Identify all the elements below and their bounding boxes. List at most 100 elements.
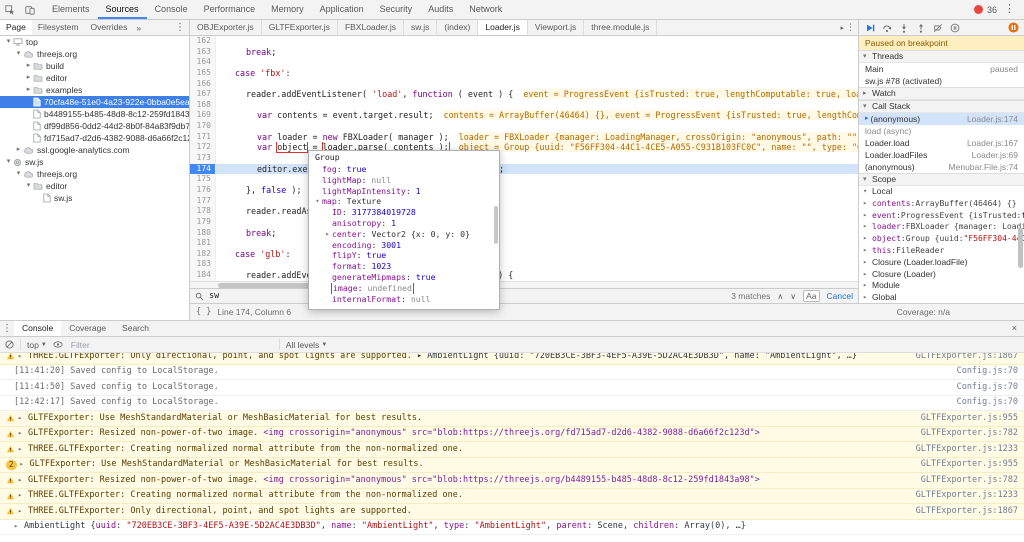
- tree-item[interactable]: ▸ examples: [0, 84, 189, 96]
- context-selector[interactable]: top ▼: [27, 340, 47, 350]
- expand-icon[interactable]: ▸: [20, 458, 28, 473]
- scope-variable[interactable]: ▸loader: FBXLoader {manager: LoadingMana…: [859, 221, 1024, 233]
- navigator-menu-icon[interactable]: ⋮: [175, 22, 189, 33]
- line-number[interactable]: 179: [190, 216, 216, 228]
- line-number[interactable]: 167: [190, 89, 216, 100]
- line-number[interactable]: 172: [190, 142, 216, 154]
- scope-group[interactable]: ▸ Global: [859, 292, 1024, 303]
- source-link[interactable]: GLTFExporter.js:782: [911, 473, 1018, 488]
- line-number[interactable]: 169: [190, 110, 216, 122]
- step-over-icon[interactable]: [880, 21, 893, 34]
- expand-icon[interactable]: ▸: [863, 257, 872, 269]
- tree-item[interactable]: fd715ad7-d2d6-4382-9088-d6a66f2c123d: [0, 132, 189, 144]
- object-property[interactable]: ▾ map: Texture: [309, 196, 499, 207]
- expand-icon[interactable]: ▸: [863, 280, 872, 292]
- expand-icon[interactable]: ▸: [323, 229, 332, 240]
- drawer-menu-icon[interactable]: ⋮: [0, 321, 14, 336]
- file-tab[interactable]: OBJExporter.js: [190, 20, 262, 35]
- line-number[interactable]: 176: [190, 184, 216, 196]
- frame-location[interactable]: Menubar.File.js:74: [943, 161, 1018, 173]
- watch-section-header[interactable]: ▸ Watch: [859, 87, 1024, 100]
- line-number[interactable]: 183: [190, 259, 216, 271]
- expand-icon[interactable]: ▸: [18, 353, 26, 364]
- call-stack-frame[interactable]: Loader.loadFiles Loader.js:69: [859, 149, 1024, 161]
- scope-group[interactable]: ▾ Local: [859, 186, 1024, 198]
- devtools-menu-icon[interactable]: ⋮: [1001, 0, 1018, 19]
- scope-variable[interactable]: ▸event: ProgressEvent {isTrusted: true, …: [859, 210, 1024, 222]
- line-number[interactable]: 170: [190, 121, 216, 132]
- expand-icon[interactable]: ▸: [18, 489, 26, 504]
- search-next-icon[interactable]: ∨: [790, 292, 796, 301]
- source-link[interactable]: GLTFExporter.js:1233: [906, 489, 1018, 504]
- call-stack-section-header[interactable]: ▾ Call Stack: [859, 100, 1024, 113]
- expand-icon[interactable]: ▸: [863, 198, 872, 210]
- tree-item[interactable]: 70cfa48e-51e0-4a23-922e-0bba0e5ea966: [0, 96, 189, 108]
- thread-item[interactable]: sw.js #78 (activated): [859, 75, 1024, 87]
- expand-icon[interactable]: ▸: [18, 411, 26, 426]
- source-link[interactable]: GLTFExporter.js:1233: [906, 442, 1018, 457]
- line-number[interactable]: 168: [190, 99, 216, 111]
- collapse-icon[interactable]: ▾: [14, 48, 23, 60]
- expand-icon[interactable]: ▸: [24, 60, 33, 72]
- pretty-print-icon[interactable]: { }: [196, 307, 211, 317]
- call-stack-frame[interactable]: ▸ (anonymous) Loader.js:174: [859, 113, 1024, 125]
- object-property[interactable]: fog: true: [309, 164, 499, 175]
- object-property[interactable]: anisotropy: 1: [309, 218, 499, 229]
- line-number[interactable]: 173: [190, 153, 216, 164]
- expand-icon[interactable]: ▸: [863, 269, 872, 281]
- navigator-tab-page[interactable]: Page: [0, 20, 32, 35]
- execution-line-number[interactable]: 174: [190, 163, 216, 175]
- collapse-icon[interactable]: ▾: [14, 168, 23, 180]
- tab-sources[interactable]: Sources: [98, 0, 147, 19]
- scope-variable[interactable]: ▸ this: FileReader: [859, 245, 1024, 257]
- tree-item[interactable]: ▾ threejs.org: [0, 168, 189, 180]
- scope-group[interactable]: ▸ Closure (Loader): [859, 269, 1024, 281]
- resume-script-icon[interactable]: [863, 21, 876, 34]
- expand-icon[interactable]: ▸: [863, 210, 872, 222]
- line-number[interactable]: 182: [190, 248, 216, 260]
- tree-item[interactable]: ▾ sw.js: [0, 156, 189, 168]
- call-stack-frame[interactable]: Loader.load Loader.js:167: [859, 137, 1024, 149]
- source-link[interactable]: GLTFExporter.js:1867: [906, 353, 1018, 364]
- expand-icon[interactable]: ▸: [18, 442, 26, 457]
- line-number[interactable]: 184: [190, 270, 216, 281]
- line-number[interactable]: 177: [190, 195, 216, 207]
- step-out-icon[interactable]: [914, 21, 927, 34]
- object-property[interactable]: lightMapIntensity: 1: [309, 186, 499, 197]
- object-property[interactable]: ID: 3177384019728: [309, 207, 499, 218]
- file-tab[interactable]: sw.js: [404, 20, 438, 35]
- tab-application[interactable]: Application: [312, 0, 372, 19]
- live-expression-icon[interactable]: [53, 341, 63, 348]
- collapse-icon[interactable]: ▾: [4, 36, 13, 48]
- source-link[interactable]: Config.js:70: [947, 396, 1018, 411]
- expand-icon[interactable]: ▸: [24, 84, 33, 96]
- file-tab[interactable]: FBXLoader.js: [338, 20, 404, 35]
- scope-group[interactable]: ▸ Module: [859, 280, 1024, 292]
- expand-icon[interactable]: ▸: [863, 245, 872, 257]
- collapse-icon[interactable]: ▾: [24, 180, 33, 192]
- line-number[interactable]: 164: [190, 57, 216, 68]
- call-stack-frame[interactable]: (anonymous) Menubar.File.js:74: [859, 161, 1024, 173]
- editor-menu-icon[interactable]: ⋮: [846, 22, 855, 33]
- line-number[interactable]: 171: [190, 131, 216, 143]
- tree-item[interactable]: df99d856-0dd2-44d2-8b0f-84a83f9db7a6: [0, 120, 189, 132]
- scope-group[interactable]: ▸ Closure (Loader.loadFile): [859, 257, 1024, 269]
- search-previous-icon[interactable]: ∧: [777, 292, 783, 301]
- tree-item[interactable]: sw.js: [0, 192, 189, 204]
- object-property[interactable]: lightMap: null: [309, 175, 499, 186]
- drawer-tab-search[interactable]: Search: [114, 321, 157, 336]
- navigator-overflow-icon[interactable]: »: [133, 23, 144, 33]
- search-cancel-button[interactable]: Cancel: [827, 291, 853, 301]
- scope-variable[interactable]: ▸object: Group {uuid: "F56FF304-44C1-4CE…: [859, 233, 1024, 245]
- popup-scrollbar[interactable]: [494, 206, 498, 244]
- object-property[interactable]: generateMipmaps: true: [309, 272, 499, 283]
- source-link[interactable]: GLTFExporter.js:1867: [906, 504, 1018, 519]
- scope-section-header[interactable]: ▾ Scope: [859, 173, 1024, 186]
- line-number[interactable]: 162: [190, 36, 216, 47]
- tree-item[interactable]: b4489155-b485-48d8-8c12-259fd1843a98: [0, 108, 189, 120]
- editor-horizontal-scrollbar[interactable]: [190, 281, 858, 288]
- more-tabs-icon[interactable]: ▸: [840, 24, 844, 32]
- drawer-tab-coverage[interactable]: Coverage: [61, 321, 114, 336]
- console-filter-input[interactable]: [68, 338, 273, 351]
- clear-console-icon[interactable]: [5, 340, 14, 349]
